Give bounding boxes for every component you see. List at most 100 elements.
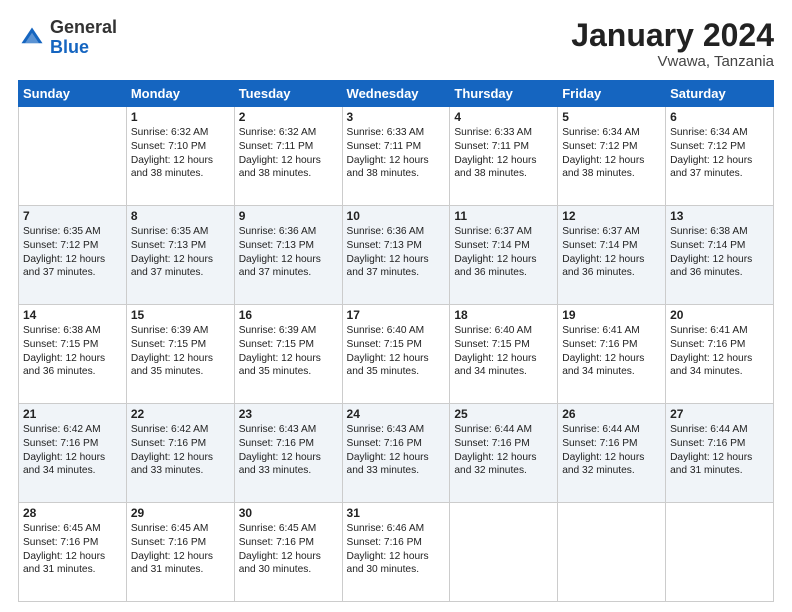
day-number: 13 <box>670 209 769 223</box>
cell-content: Sunrise: 6:38 AMSunset: 7:14 PMDaylight:… <box>670 225 769 280</box>
day-number: 17 <box>347 308 446 322</box>
day-number: 31 <box>347 506 446 520</box>
day-number: 26 <box>562 407 661 421</box>
daylight-text: Daylight: 12 hours <box>131 451 230 465</box>
daylight-text: Daylight: 12 hours <box>347 550 446 564</box>
daylight-text-2: and 38 minutes. <box>562 167 661 181</box>
calendar-cell: 30Sunrise: 6:45 AMSunset: 7:16 PMDayligh… <box>234 503 342 602</box>
sunrise-text: Sunrise: 6:40 AM <box>347 324 446 338</box>
location: Vwawa, Tanzania <box>571 53 774 70</box>
cell-content: Sunrise: 6:45 AMSunset: 7:16 PMDaylight:… <box>131 522 230 577</box>
sunset-text: Sunset: 7:16 PM <box>23 437 122 451</box>
calendar-cell: 31 Sunrise: 6:46 AMSunset: 7:16 PMDayligh… <box>342 503 450 602</box>
sunset-text: Sunset: 7:14 PM <box>670 239 769 253</box>
cell-content: Sunrise: 6:45 AMSunset: 7:16 PMDaylight:… <box>239 522 338 577</box>
day-number: 23 <box>239 407 338 421</box>
calendar-cell: 26 Sunrise: 6:44 AMSunset: 7:16 PMDayligh… <box>558 404 666 503</box>
cell-content: Sunrise: 6:44 AMSunset: 7:16 PMDaylight:… <box>670 423 769 478</box>
sunrise-text: Sunrise: 6:37 AM <box>454 225 553 239</box>
day-number: 2 <box>239 110 338 124</box>
page: General Blue January 2024 Vwawa, Tanzani… <box>0 0 792 612</box>
day-number: 9 <box>239 209 338 223</box>
cell-content: Sunrise: 6:44 AMSunset: 7:16 PMDaylight:… <box>562 423 661 478</box>
daylight-text-2: and 34 minutes. <box>562 365 661 379</box>
cell-content: Sunrise: 6:32 AMSunset: 7:11 PMDaylight:… <box>239 126 338 181</box>
day-number: 16 <box>239 308 338 322</box>
cell-content: Sunrise: 6:42 AMSunset: 7:16 PMDaylight:… <box>131 423 230 478</box>
sunrise-text: Sunrise: 6:39 AM <box>239 324 338 338</box>
sunset-text: Sunset: 7:15 PM <box>239 338 338 352</box>
sunrise-text: Sunrise: 6:37 AM <box>562 225 661 239</box>
sunset-text: Sunset: 7:16 PM <box>347 437 446 451</box>
daylight-text-2: and 36 minutes. <box>562 266 661 280</box>
calendar-cell: 12Sunrise: 6:37 AMSunset: 7:14 PMDayligh… <box>558 206 666 305</box>
day-number: 22 <box>131 407 230 421</box>
daylight-text-2: and 35 minutes. <box>239 365 338 379</box>
calendar-cell <box>558 503 666 602</box>
daylight-text-2: and 33 minutes. <box>131 464 230 478</box>
sunset-text: Sunset: 7:16 PM <box>23 536 122 550</box>
day-number: 5 <box>562 110 661 124</box>
daylight-text: Daylight: 12 hours <box>239 352 338 366</box>
sunset-text: Sunset: 7:16 PM <box>562 338 661 352</box>
sunset-text: Sunset: 7:13 PM <box>239 239 338 253</box>
calendar-cell: 18Sunrise: 6:40 AMSunset: 7:15 PMDayligh… <box>450 305 558 404</box>
sunrise-text: Sunrise: 6:44 AM <box>670 423 769 437</box>
logo-blue: Blue <box>50 37 89 57</box>
daylight-text: Daylight: 12 hours <box>347 451 446 465</box>
sunrise-text: Sunrise: 6:45 AM <box>239 522 338 536</box>
sunrise-text: Sunrise: 6:35 AM <box>131 225 230 239</box>
calendar-cell: 13 Sunrise: 6:38 AMSunset: 7:14 PMDayligh… <box>666 206 774 305</box>
cell-content: Sunrise: 6:40 AMSunset: 7:15 PMDaylight:… <box>347 324 446 379</box>
sunrise-text: Sunrise: 6:44 AM <box>454 423 553 437</box>
calendar-cell: 5Sunrise: 6:34 AMSunset: 7:12 PMDaylight… <box>558 107 666 206</box>
cell-content: Sunrise: 6:40 AMSunset: 7:15 PMDaylight:… <box>454 324 553 379</box>
daylight-text: Daylight: 12 hours <box>670 154 769 168</box>
sunset-text: Sunset: 7:14 PM <box>454 239 553 253</box>
sunset-text: Sunset: 7:15 PM <box>347 338 446 352</box>
daylight-text: Daylight: 12 hours <box>23 253 122 267</box>
calendar-cell: 16 Sunrise: 6:39 AMSunset: 7:15 PMDayligh… <box>234 305 342 404</box>
sunset-text: Sunset: 7:16 PM <box>670 338 769 352</box>
daylight-text: Daylight: 12 hours <box>239 550 338 564</box>
day-number: 4 <box>454 110 553 124</box>
daylight-text-2: and 30 minutes. <box>239 563 338 577</box>
calendar-week-row: 28Sunrise: 6:45 AMSunset: 7:16 PMDayligh… <box>19 503 774 602</box>
daylight-text: Daylight: 12 hours <box>239 154 338 168</box>
cell-content: Sunrise: 6:46 AMSunset: 7:16 PMDaylight:… <box>347 522 446 577</box>
calendar-cell: 22 Sunrise: 6:42 AMSunset: 7:16 PMDayligh… <box>126 404 234 503</box>
daylight-text: Daylight: 12 hours <box>562 352 661 366</box>
cell-content: Sunrise: 6:45 AMSunset: 7:16 PMDaylight:… <box>23 522 122 577</box>
daylight-text: Daylight: 12 hours <box>562 154 661 168</box>
calendar-cell: 10Sunrise: 6:36 AMSunset: 7:13 PMDayligh… <box>342 206 450 305</box>
sunrise-text: Sunrise: 6:42 AM <box>131 423 230 437</box>
calendar-header-saturday: Saturday <box>666 81 774 107</box>
sunset-text: Sunset: 7:16 PM <box>239 437 338 451</box>
daylight-text: Daylight: 12 hours <box>670 451 769 465</box>
sunset-text: Sunset: 7:16 PM <box>562 437 661 451</box>
calendar-cell: 19Sunrise: 6:41 AMSunset: 7:16 PMDayligh… <box>558 305 666 404</box>
daylight-text-2: and 35 minutes. <box>131 365 230 379</box>
sunset-text: Sunset: 7:15 PM <box>454 338 553 352</box>
calendar-header-tuesday: Tuesday <box>234 81 342 107</box>
day-number: 29 <box>131 506 230 520</box>
calendar-header-sunday: Sunday <box>19 81 127 107</box>
daylight-text-2: and 35 minutes. <box>347 365 446 379</box>
day-number: 11 <box>454 209 553 223</box>
sunrise-text: Sunrise: 6:42 AM <box>23 423 122 437</box>
daylight-text: Daylight: 12 hours <box>239 253 338 267</box>
sunrise-text: Sunrise: 6:38 AM <box>670 225 769 239</box>
calendar-cell: 9Sunrise: 6:36 AMSunset: 7:13 PMDaylight… <box>234 206 342 305</box>
daylight-text: Daylight: 12 hours <box>454 352 553 366</box>
sunset-text: Sunset: 7:12 PM <box>670 140 769 154</box>
calendar-cell: 27Sunrise: 6:44 AMSunset: 7:16 PMDayligh… <box>666 404 774 503</box>
daylight-text-2: and 34 minutes. <box>670 365 769 379</box>
sunset-text: Sunset: 7:11 PM <box>239 140 338 154</box>
sunrise-text: Sunrise: 6:32 AM <box>131 126 230 140</box>
daylight-text: Daylight: 12 hours <box>454 451 553 465</box>
sunset-text: Sunset: 7:16 PM <box>454 437 553 451</box>
day-number: 8 <box>131 209 230 223</box>
sunset-text: Sunset: 7:16 PM <box>670 437 769 451</box>
sunset-text: Sunset: 7:16 PM <box>131 536 230 550</box>
daylight-text: Daylight: 12 hours <box>131 253 230 267</box>
